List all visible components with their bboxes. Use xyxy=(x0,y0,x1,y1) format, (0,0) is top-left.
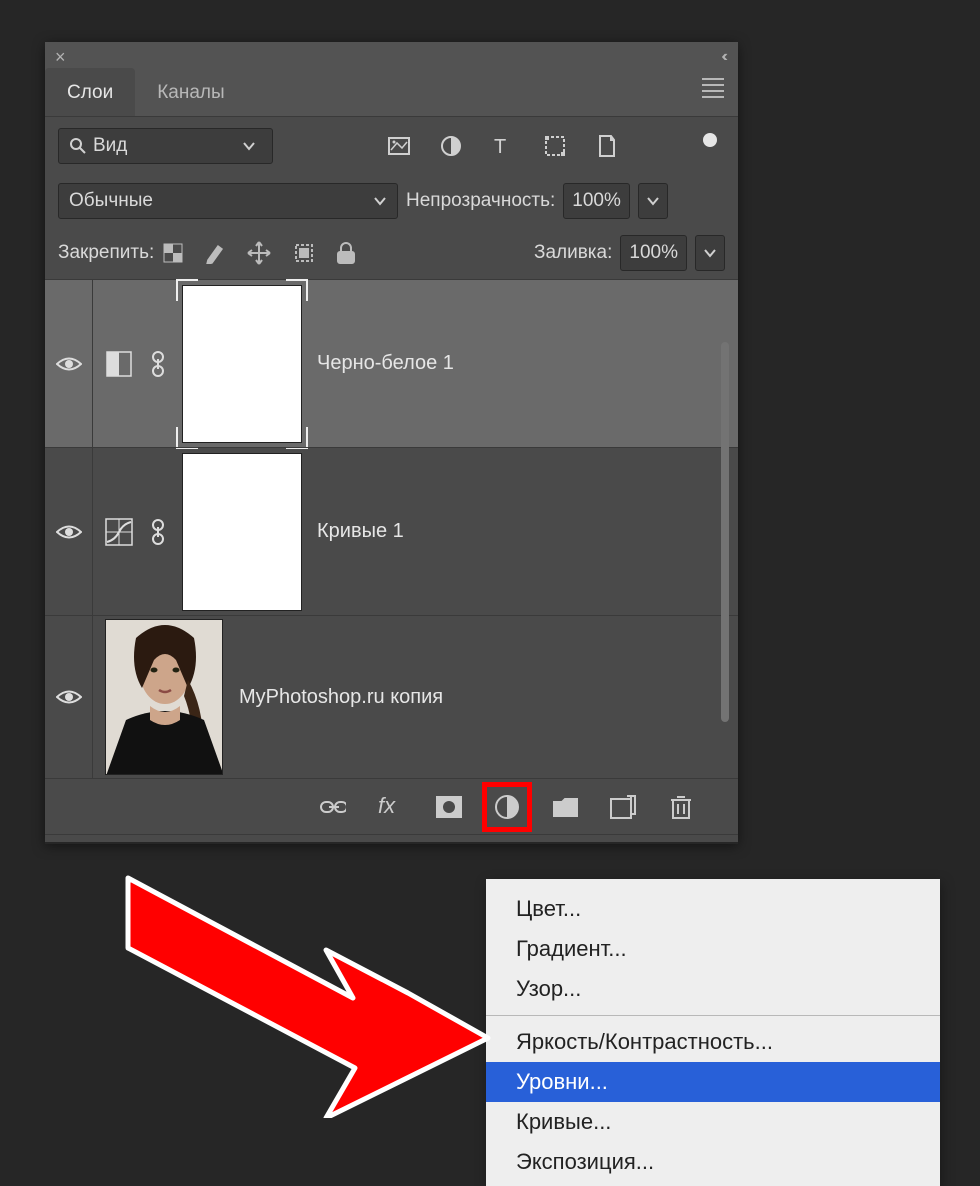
layer-mask-thumbnail[interactable] xyxy=(183,286,301,442)
filter-smartobject-icon[interactable] xyxy=(596,135,618,157)
layer-row[interactable]: Черно-белое 1 xyxy=(45,279,738,447)
panel-bottom-bar: fx xyxy=(45,778,738,834)
menu-item-gradient[interactable]: Градиент... xyxy=(486,929,940,969)
portrait-placeholder xyxy=(106,620,223,775)
panel-tabs: Слои Каналы xyxy=(45,72,738,116)
menu-item-levels[interactable]: Уровни... xyxy=(486,1062,940,1102)
flyout-group: Яркость/Контрастность... Уровни... Кривы… xyxy=(486,1022,940,1186)
delete-layer-icon[interactable] xyxy=(668,794,694,820)
curves-adjustment-icon xyxy=(105,518,133,546)
fill-input[interactable]: 100% xyxy=(620,235,687,271)
lock-label: Закрепить: xyxy=(58,242,154,264)
opacity-input[interactable]: 100% xyxy=(563,183,630,219)
flyout-group: Цвет... Градиент... Узор... xyxy=(486,879,940,1009)
layer-filter-select[interactable]: Вид xyxy=(58,128,273,164)
tab-layers[interactable]: Слои xyxy=(45,68,135,116)
lock-transparency-icon[interactable] xyxy=(162,242,184,264)
add-mask-icon[interactable] xyxy=(436,794,462,820)
filter-text-icon[interactable]: T xyxy=(492,135,514,157)
fill-label: Заливка: xyxy=(534,242,612,264)
adjustment-layer-menu: Цвет... Градиент... Узор... Яркость/Конт… xyxy=(486,879,940,1186)
link-layers-icon[interactable] xyxy=(320,794,346,820)
layer-row[interactable]: Кривые 1 xyxy=(45,447,738,615)
svg-text:fx: fx xyxy=(378,795,396,818)
layers-panel: × ‹‹ Слои Каналы Вид T Об xyxy=(45,42,738,844)
menu-item-pattern[interactable]: Узор... xyxy=(486,969,940,1009)
layer-name[interactable]: Черно-белое 1 xyxy=(317,352,454,375)
blend-mode-value: Обычные xyxy=(69,190,153,212)
lock-artboard-icon[interactable] xyxy=(292,241,316,265)
filter-toggle-switch[interactable] xyxy=(703,133,717,147)
new-adjustment-layer-icon[interactable] xyxy=(494,794,520,820)
scrollbar[interactable] xyxy=(721,342,729,722)
opacity-chevron[interactable] xyxy=(638,183,668,219)
menu-item-exposure[interactable]: Экспозиция... xyxy=(486,1142,940,1182)
filter-shape-icon[interactable] xyxy=(544,135,566,157)
new-group-icon[interactable] xyxy=(552,794,578,820)
filter-adjustment-icon[interactable] xyxy=(440,135,462,157)
visibility-toggle[interactable] xyxy=(45,448,93,615)
visibility-toggle[interactable] xyxy=(45,280,93,447)
chevron-down-icon xyxy=(242,139,256,153)
collapse-icon[interactable]: ‹‹ xyxy=(721,48,724,66)
lock-all-icon[interactable] xyxy=(336,242,356,264)
eye-icon xyxy=(56,355,82,373)
link-icon[interactable] xyxy=(149,519,167,545)
layer-row[interactable]: MyPhotoshop.ru копия xyxy=(45,615,738,778)
layer-thumbnail[interactable] xyxy=(105,619,223,775)
chevron-down-icon xyxy=(373,194,387,208)
close-icon[interactable]: × xyxy=(55,47,66,68)
tab-channels[interactable]: Каналы xyxy=(135,68,246,116)
search-icon xyxy=(69,137,87,155)
filter-pixel-icon[interactable] xyxy=(388,135,410,157)
fill-chevron[interactable] xyxy=(695,235,725,271)
menu-item-curves[interactable]: Кривые... xyxy=(486,1102,940,1142)
menu-separator xyxy=(486,1015,940,1016)
layer-mask-thumbnail[interactable] xyxy=(183,454,301,610)
menu-item-brightness[interactable]: Яркость/Контрастность... xyxy=(486,1022,940,1062)
layer-type-filters: T xyxy=(388,135,618,157)
filter-label: Вид xyxy=(93,135,127,157)
layer-name[interactable]: MyPhotoshop.ru копия xyxy=(239,686,443,709)
layer-fx-icon[interactable]: fx xyxy=(378,794,404,820)
link-icon[interactable] xyxy=(149,351,167,377)
panel-menu-icon[interactable] xyxy=(702,78,724,98)
blend-mode-select[interactable]: Обычные xyxy=(58,183,398,219)
menu-item-color[interactable]: Цвет... xyxy=(486,889,940,929)
blackwhite-adjustment-icon xyxy=(105,350,133,378)
new-layer-icon[interactable] xyxy=(610,794,636,820)
eye-icon xyxy=(56,523,82,541)
opacity-label: Непрозрачность: xyxy=(406,190,555,212)
eye-icon xyxy=(56,688,82,706)
svg-text:T: T xyxy=(494,136,506,157)
layer-name[interactable]: Кривые 1 xyxy=(317,520,404,543)
lock-pixels-icon[interactable] xyxy=(204,242,226,264)
tutorial-arrow-icon xyxy=(108,858,528,1118)
lock-position-icon[interactable] xyxy=(246,240,272,266)
visibility-toggle[interactable] xyxy=(45,616,93,778)
